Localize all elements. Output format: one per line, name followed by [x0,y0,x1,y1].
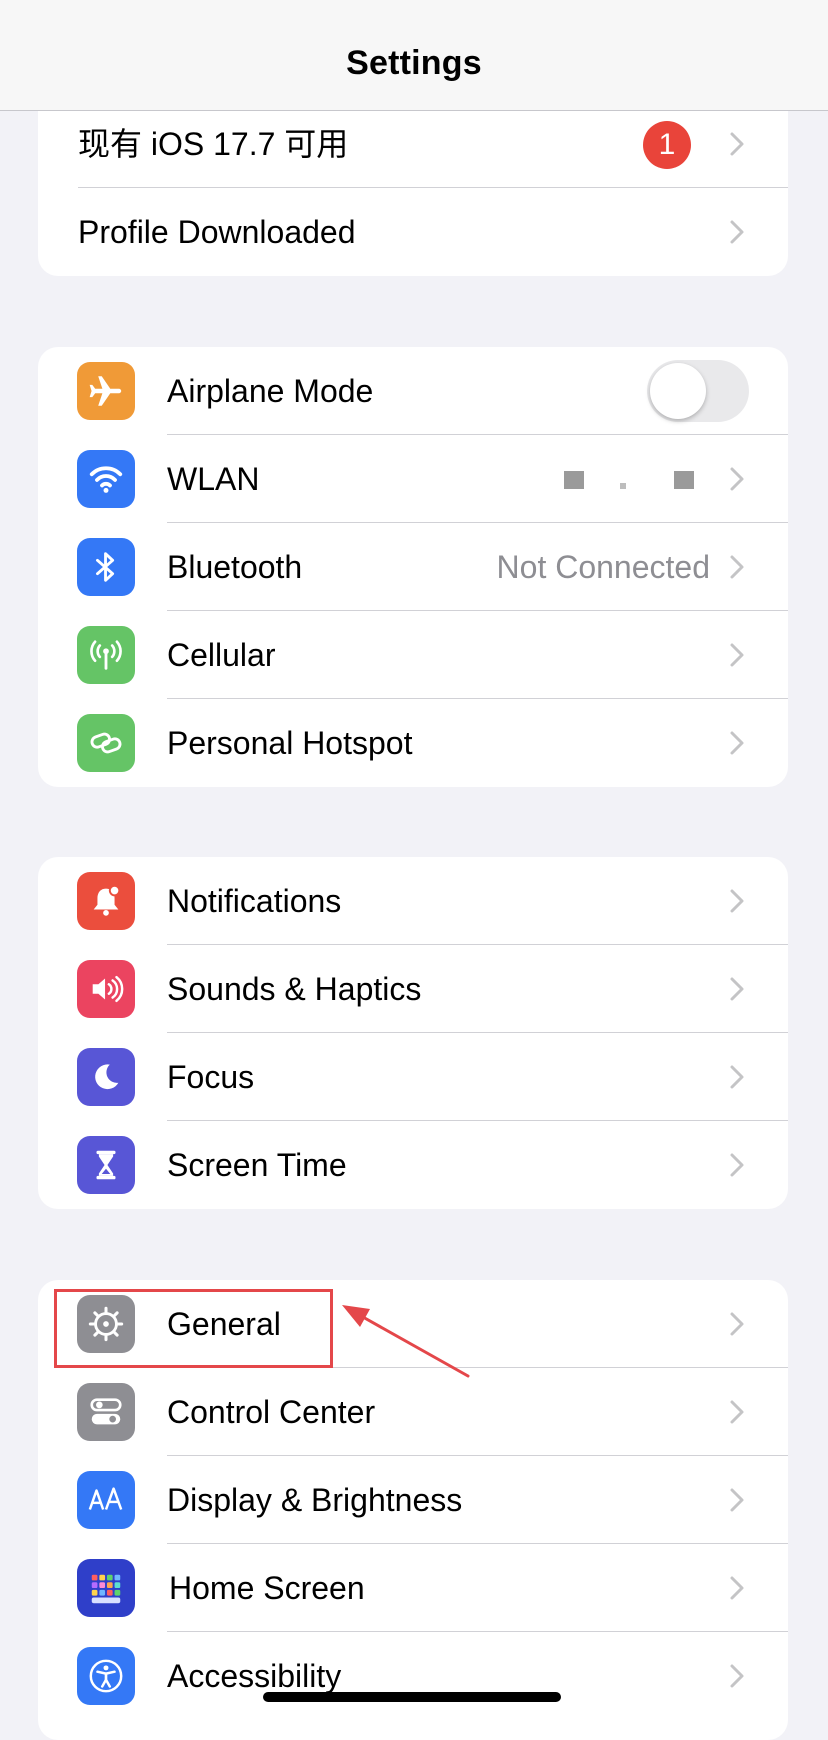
bluetooth-icon [77,538,135,596]
toggle-knob [650,363,706,419]
annotation-highlight-box [54,1289,333,1368]
airplane-icon [77,362,135,420]
chevron-right-icon [730,1400,744,1424]
moon-icon [77,1048,135,1106]
toggles-icon [77,1383,135,1441]
wlan-label: WLAN [167,461,260,497]
home-indicator[interactable] [263,1692,561,1702]
home-screen-row[interactable]: Home Screen [38,1544,788,1632]
wlan-row[interactable]: WLAN [38,435,788,523]
display-brightness-row[interactable]: Display & Brightness [38,1456,788,1544]
chevron-right-icon [730,467,744,491]
software-update-label: 现有 iOS 17.7 可用 [78,126,349,162]
focus-row[interactable]: Focus [38,1033,788,1121]
sounds-haptics-row[interactable]: Sounds & Haptics [38,945,788,1033]
chevron-right-icon [730,1312,744,1336]
cellular-row[interactable]: Cellular [38,611,788,699]
software-update-row[interactable]: 现有 iOS 17.7 可用 1 [38,100,788,188]
chevron-right-icon [730,889,744,913]
bluetooth-row[interactable]: Bluetooth Not Connected [38,523,788,611]
accessibility-row[interactable]: Accessibility [38,1632,788,1720]
airplane-mode-toggle[interactable] [647,360,749,422]
bluetooth-label: Bluetooth [167,549,303,585]
personal-hotspot-label: Personal Hotspot [167,725,413,761]
bluetooth-status: Not Connected [496,549,710,585]
update-badge: 1 [643,121,691,169]
airplane-mode-row: Airplane Mode [38,347,788,435]
wlan-network-redacted [524,471,714,489]
text-size-icon [77,1471,135,1529]
screen-time-label: Screen Time [167,1147,347,1183]
profile-downloaded-label: Profile Downloaded [78,214,356,250]
notifications-row[interactable]: Notifications [38,857,788,945]
accessibility-person-icon [77,1647,135,1705]
chevron-right-icon [730,643,744,667]
focus-label: Focus [167,1059,255,1095]
chevron-right-icon [730,1153,744,1177]
screen-time-row[interactable]: Screen Time [38,1121,788,1209]
sounds-haptics-label: Sounds & Haptics [167,971,422,1007]
chevron-right-icon [730,555,744,579]
app-grid-icon [77,1559,135,1617]
wifi-icon [77,450,135,508]
annotation-arrow-icon [342,1305,470,1378]
chevron-right-icon [730,220,744,244]
accessibility-label: Accessibility [167,1658,342,1694]
airplane-mode-label: Airplane Mode [167,373,374,409]
group-connectivity: Airplane Mode WLAN Bluetooth Not Connect… [38,347,788,787]
notifications-label: Notifications [167,883,342,919]
speaker-icon [77,960,135,1018]
display-brightness-label: Display & Brightness [167,1482,463,1518]
chevron-right-icon [730,1576,744,1600]
group-attention: Notifications Sounds & Haptics Focus Scr… [38,857,788,1209]
chevron-right-icon [730,977,744,1001]
cellular-label: Cellular [167,637,276,673]
cellular-antenna-icon [77,626,135,684]
profile-downloaded-row[interactable]: Profile Downloaded [38,188,788,276]
home-screen-label: Home Screen [169,1570,365,1606]
personal-hotspot-row[interactable]: Personal Hotspot [38,699,788,787]
chevron-right-icon [730,1065,744,1089]
page-title: Settings [346,44,482,82]
hourglass-icon [77,1136,135,1194]
chevron-right-icon [730,1664,744,1688]
chevron-right-icon [730,1488,744,1512]
navigation-bar: Settings [0,0,828,111]
bell-icon [77,872,135,930]
chevron-right-icon [730,132,744,156]
hotspot-link-icon [77,714,135,772]
chevron-right-icon [730,731,744,755]
